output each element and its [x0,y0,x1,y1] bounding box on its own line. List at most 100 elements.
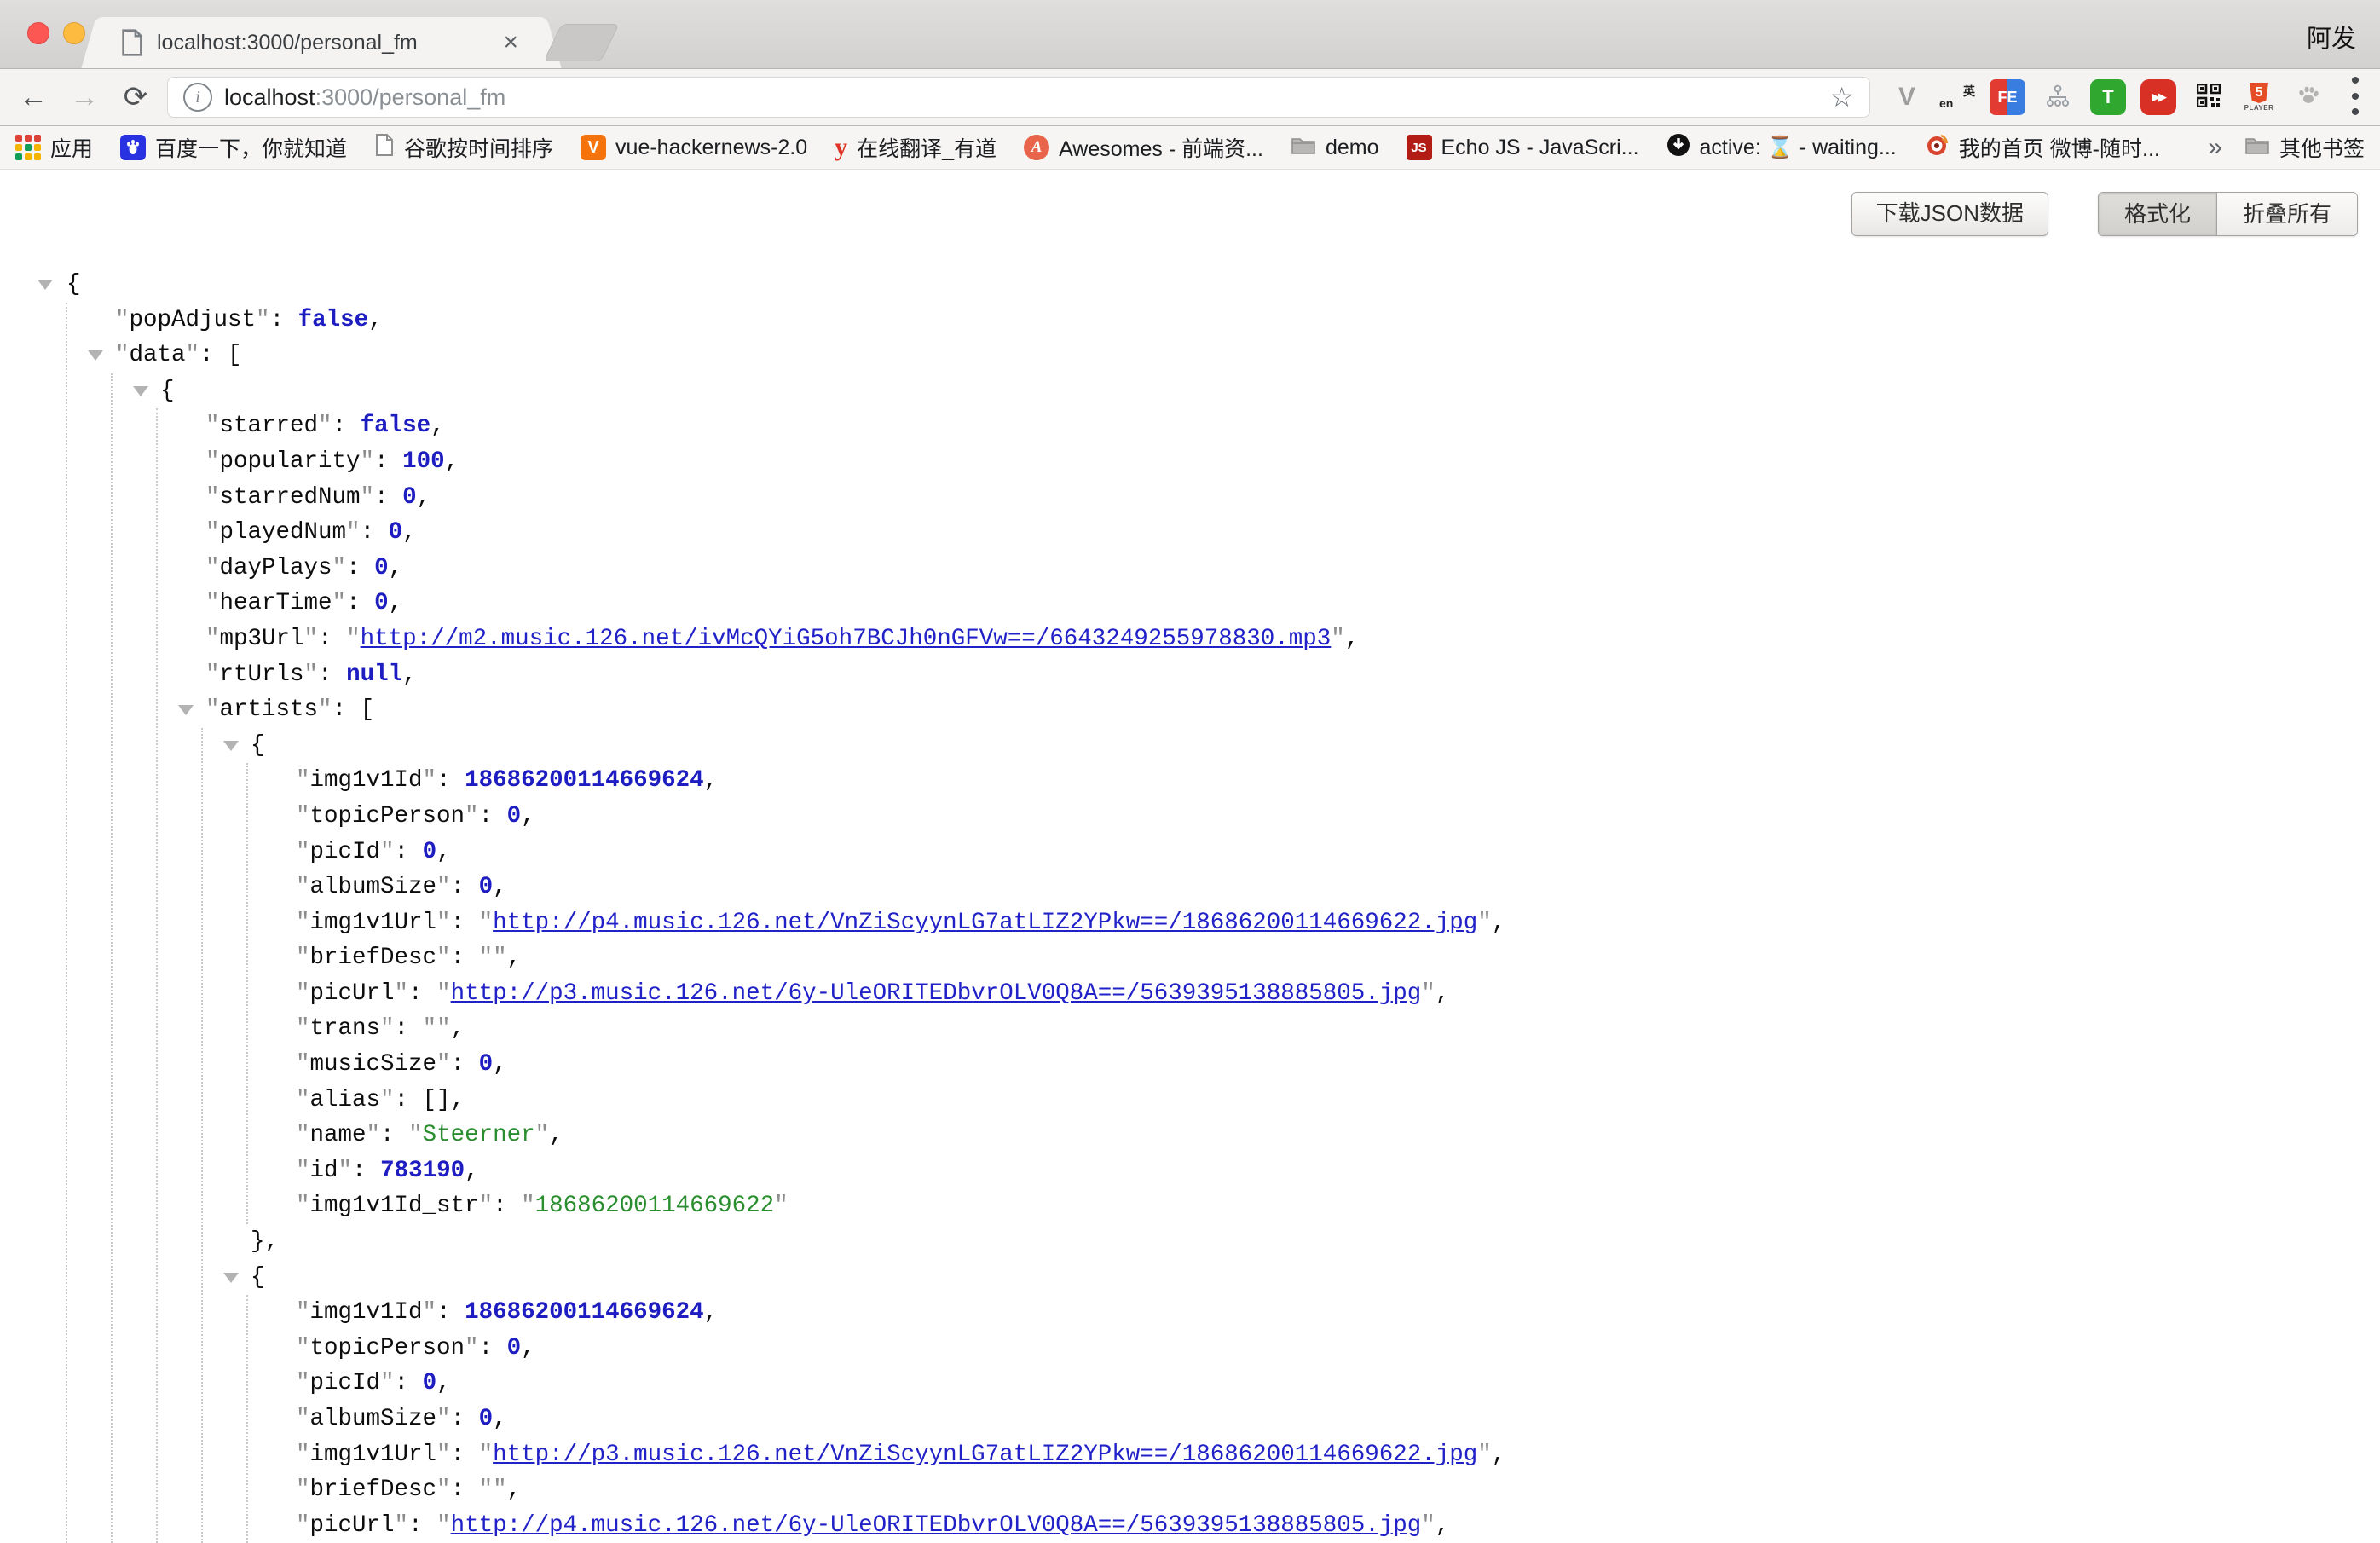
browser-tab[interactable]: localhost:3000/personal_fm × [102,17,540,68]
json-url-link[interactable]: http://m2.music.126.net/ivMcQYiG5oh7BCJh… [361,626,1332,652]
address-bar[interactable]: i localhost:3000/personal_fm ☆ [167,77,1870,118]
collapse-arrow-icon[interactable] [223,741,239,751]
format-button[interactable]: 格式化 [2099,193,2216,235]
bookmark-item[interactable]: AAwesomes - 前端资... [1024,132,1263,163]
bookmarks-overflow-chevron[interactable]: » [2208,133,2222,162]
bookmark-item[interactable]: y在线翻译_有道 [835,132,996,163]
back-button[interactable]: ← [14,78,53,117]
json-token: " [395,980,409,1007]
json-key: alias [310,1087,381,1113]
json-token: " [479,1193,494,1219]
json-punctuation: : [408,980,436,1007]
json-punctuation: : [479,803,507,829]
json-line: "popularity": 100, [158,444,2380,480]
fast-forward-icon[interactable]: ▶▶ [2140,79,2176,115]
bookmark-label: vue-hackernews-2.0 [615,136,807,160]
json-token: " [296,1477,310,1503]
json-punctuation: , [1492,1442,1506,1468]
json-token: " [296,1512,310,1539]
json-token: " [186,342,200,368]
json-literal-value: null [346,662,402,688]
json-url-link[interactable]: http://p3.music.126.net/6y-UleORITEDbvrO… [451,980,1422,1007]
bookmark-item[interactable]: active: ⌛ - waiting... [1667,133,1897,163]
json-token: " [318,696,332,723]
new-tab-button[interactable] [543,24,619,61]
json-number-value: 100 [402,448,445,475]
sitemap-icon[interactable] [2040,79,2076,115]
json-url-link[interactable]: http://p4.music.126.net/6y-UleORITEDbvrO… [451,1512,1422,1539]
collapse-arrow-icon[interactable] [133,386,148,396]
bookmark-label: 百度一下，你就知道 [155,132,347,163]
bookmark-item[interactable]: 应用 [15,132,93,163]
qrcode-icon[interactable] [2191,79,2227,115]
json-punctuation: : [270,307,298,333]
browser-menu-icon[interactable]: ••• [2344,73,2366,121]
json-key: img1v1Url [310,910,437,936]
bookmark-label: Awesomes - 前端资... [1059,132,1263,163]
json-punctuation: : [408,1512,436,1539]
close-window-button[interactable] [27,22,49,44]
json-token: " [436,910,451,936]
collapse-arrow-icon[interactable] [38,280,53,290]
tampermonkey-icon[interactable]: T [2090,79,2126,115]
bookmark-item[interactable]: 谷歌按时间排序 [374,132,553,163]
tab-close-icon[interactable]: × [500,30,522,55]
json-key: playedNum [220,519,347,546]
json-punctuation: , [465,1158,479,1184]
page-info-icon[interactable]: i [183,83,212,112]
json-token: " [205,662,220,688]
json-punctuation: , [368,307,383,333]
json-punctuation: : [352,1158,380,1184]
json-token: " [205,626,220,652]
translate-icon[interactable]: 英en [1939,79,1975,115]
collapse-all-button[interactable]: 折叠所有 [2216,193,2357,235]
collapse-arrow-icon[interactable] [178,705,194,715]
bookmark-item[interactable]: Vvue-hackernews-2.0 [581,135,807,160]
json-token: " [115,307,130,333]
other-bookmarks-folder[interactable]: 其他书签 [2244,132,2365,163]
json-token: " [1477,910,1492,936]
collapse-arrow-icon[interactable] [223,1273,239,1283]
collapse-arrow-icon[interactable] [88,350,103,361]
download-json-button[interactable]: 下载JSON数据 [1851,192,2048,236]
forward-button[interactable]: → [65,78,104,117]
bookmark-star-icon[interactable]: ☆ [1829,81,1854,113]
bookmark-label: 应用 [50,132,93,163]
json-key: id [310,1158,338,1184]
json-line: { [0,267,2380,303]
bookmark-item[interactable]: demo [1291,134,1379,162]
html5-player-icon[interactable]: 5PLAYER [2241,79,2277,115]
reload-button[interactable]: ⟳ [116,78,155,117]
json-key: topicPerson [310,1335,465,1361]
paw-icon[interactable] [2291,79,2327,115]
json-punctuation: , [402,662,417,688]
json-number-value: 0 [389,519,403,546]
vue-devtools-icon[interactable]: V [1889,79,1925,115]
bookmark-item[interactable]: JSEcho JS - JavaScri... [1407,135,1639,160]
json-key: artists [220,696,319,723]
bookmark-label: active: ⌛ - waiting... [1700,136,1897,160]
json-url-link[interactable]: http://p4.music.126.net/VnZiScyynLG7atLI… [493,910,1477,936]
json-punctuation: : [479,1335,507,1361]
json-key: popularity [220,448,361,475]
json-line: "musicSize": 0, [248,1047,2380,1083]
json-punctuation: , [704,767,719,794]
extension-icons: V 英en FE T ▶▶ 5PLAYER [1889,79,2327,115]
json-token: " [535,1122,550,1148]
bookmark-item[interactable]: 百度一下，你就知道 [120,132,347,163]
json-token: " [296,1335,310,1361]
bookmark-item[interactable]: 我的首页 微博-随时... [1924,132,2160,164]
json-line: }, [203,1224,2380,1260]
json-url-link[interactable]: http://p3.music.126.net/VnZiScyynLG7atLI… [493,1442,1477,1468]
json-punctuation: : [451,1406,479,1432]
json-punctuation: { [251,1264,265,1291]
json-key: picUrl [310,1512,395,1539]
minimize-window-button[interactable] [63,22,85,44]
json-token: " [256,307,270,333]
fehelper-icon[interactable]: FE [1990,79,2025,115]
browser-toolbar: ← → ⟳ i localhost:3000/personal_fm ☆ V 英e… [0,69,2380,126]
json-token: " [346,519,361,546]
json-token: " [205,484,220,511]
json-token: " [346,626,361,652]
json-punctuation: , [493,1406,507,1432]
